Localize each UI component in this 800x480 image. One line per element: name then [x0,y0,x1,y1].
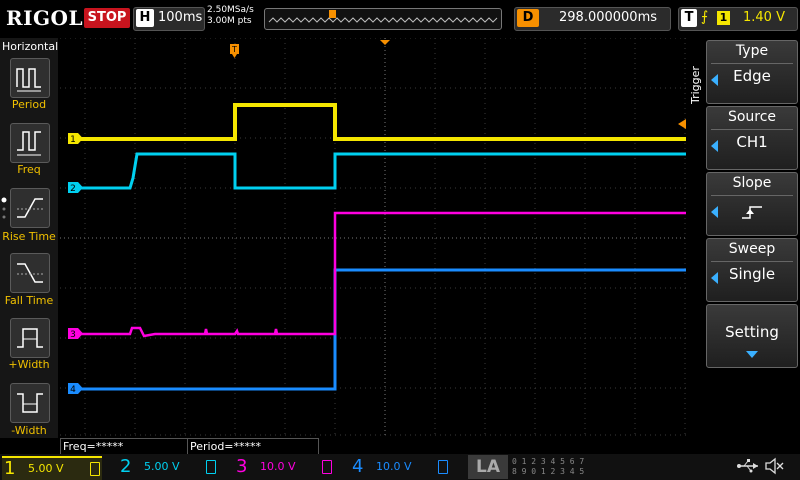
frequency-measurement[interactable]: Freq=***** [60,438,189,455]
trigger-marker-label: T [231,45,237,54]
ch2-tab[interactable]: 2 5.00 V [118,456,218,478]
svg-text:Trigger: Trigger [690,66,702,105]
trigger-sweep-title: Sweep [728,241,776,257]
trigger-slope-title: Slope [732,175,772,191]
ch2-coupling-icon [206,460,216,474]
trigger-status-box[interactable]: T ⨍ 1 1.40 V [678,7,798,31]
memory-overview-waveform-icon [268,10,498,23]
delay-key: D [517,9,539,27]
freq-button[interactable] [10,123,50,163]
negative-width-button[interactable] [10,383,50,423]
digital-row-2: 8 9 0 1 2 3 4 5 [512,467,585,476]
positive-width-button[interactable] [10,318,50,358]
fall-time-button[interactable] [10,253,50,293]
trigger-setting-button[interactable]: Setting [706,304,798,368]
ch1-coupling-icon [90,462,100,476]
freq-icon [17,131,41,156]
fall-time-icon [17,263,43,283]
trigger-source-value: CH1 [736,133,768,151]
period-measurement[interactable]: Period=***** [187,438,319,455]
speaker-mute-icon[interactable] [764,457,786,475]
timebase-value: 100ms [158,10,203,25]
ch3-marker-label: 3 [70,330,76,340]
arrow-left-icon [711,206,718,218]
ch1-scale: 5.00 V [28,462,64,475]
run-stop-indicator[interactable]: STOP [84,8,130,28]
period-icon [16,68,41,92]
trigger-setting-title: Setting [725,323,779,341]
trigger-slope-button[interactable]: Slope [706,172,798,236]
ch4-marker-label: 4 [70,385,76,395]
rising-edge-icon: ⨍ [701,9,709,25]
trigger-position-marker [329,10,336,18]
chevron-down-icon [746,351,758,358]
digital-channel-indicator: 0 1 2 3 4 5 6 7 8 9 0 1 2 3 4 5 [512,457,598,477]
trigger-type-button[interactable]: Type Edge [706,40,798,104]
rise-time-label: Rise Time [2,230,56,243]
trigger-key: T [681,9,697,27]
acquisition-info: 2.50MSa/s 3.00M pts [207,5,254,27]
trigger-type-title: Type [735,43,769,59]
ch3-tab[interactable]: 3 10.0 V [234,456,334,478]
waveform-display[interactable]: T 1 2 3 4 [60,38,686,436]
memory-depth: 3.00M pts [207,16,252,26]
ch4-number: 4 [352,456,364,477]
memory-overview-bar[interactable] [264,8,502,30]
positive-width-label: +Width [8,358,50,371]
ch2-number: 2 [120,456,132,477]
trigger-sweep-button[interactable]: Sweep Single [706,238,798,302]
sample-rate: 2.50MSa/s [207,5,254,15]
ch3-scale: 10.0 V [260,460,296,473]
trigger-source-badge: 1 [717,11,730,25]
fall-time-label: Fall Time [4,294,54,307]
ch2-scale: 5.00 V [144,460,180,473]
rise-time-icon [17,198,43,218]
ch1-marker-label: 1 [70,135,76,145]
trigger-type-value: Edge [733,67,771,85]
usb-icon [737,459,758,473]
freq-label: Freq [17,163,41,176]
delay-value: 298.000000ms [559,10,658,25]
trigger-source-button[interactable]: Source CH1 [706,106,798,170]
digital-row-1: 0 1 2 3 4 5 6 7 [512,457,585,466]
rise-time-button[interactable] [10,188,50,228]
delay-box[interactable]: D 298.000000ms [514,7,671,31]
negative-width-icon [17,393,43,413]
negative-width-label: -Width [11,424,47,437]
ch4-scale: 10.0 V [376,460,412,473]
panel-title: Horizontal [2,40,59,53]
page-indicator [1,195,7,225]
trigger-sweep-value: Single [728,265,776,283]
ch4-coupling-icon [438,460,448,474]
ch3-number: 3 [236,456,248,477]
period-button[interactable] [10,58,50,98]
positive-width-icon [17,328,43,348]
timebase-key: H [136,9,154,27]
rising-edge-icon [742,206,762,219]
period-label: Period [11,98,47,111]
brand-logo: RIGOL [6,6,84,30]
trigger-source-title: Source [727,109,777,125]
trigger-level-value: 1.40 V [743,10,785,25]
ch1-number: 1 [4,458,16,479]
ch1-tab[interactable]: 1 5.00 V [2,456,102,480]
ch2-marker-label: 2 [70,184,76,194]
ch3-coupling-icon [322,460,332,474]
logic-analyzer-button[interactable]: LA [468,455,508,479]
trigger-section-label: Trigger [690,66,702,105]
ch4-tab[interactable]: 4 10.0 V [350,456,450,478]
timebase-box[interactable]: H 100ms [133,7,205,31]
